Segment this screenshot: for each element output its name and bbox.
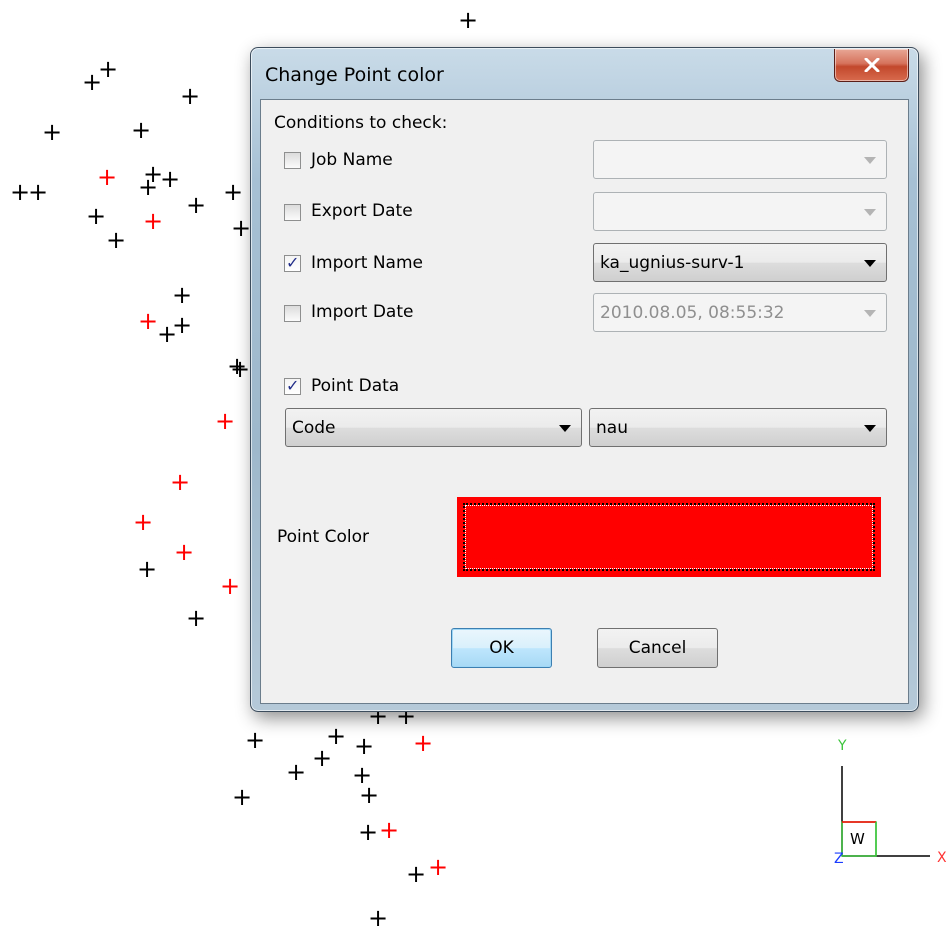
point-marker: + (353, 732, 375, 760)
point-marker: + (219, 572, 241, 600)
point-marker: + (97, 55, 119, 83)
import-date-value: 2010.08.05, 08:55:32 (600, 303, 785, 323)
point-marker: + (231, 783, 253, 811)
point-marker: + (311, 744, 333, 772)
checkmark-icon: ✓ (286, 253, 300, 272)
point-data-field-select[interactable]: Code (285, 408, 582, 447)
import-name-checkbox[interactable]: ✓ (284, 253, 301, 272)
point-data-match-select[interactable]: nau (589, 408, 887, 447)
point-marker: + (137, 173, 159, 201)
point-marker: + (185, 191, 207, 219)
ok-button-label: OK (489, 638, 514, 658)
point-marker: + (169, 468, 191, 496)
point-marker: + (27, 178, 49, 206)
point-marker: + (96, 163, 118, 191)
point-marker: + (130, 116, 152, 144)
import-name-select[interactable]: ka_ugnius-surv-1 (593, 243, 887, 282)
point-marker: + (136, 555, 158, 583)
axis-indicator: Y W Z X (834, 738, 947, 867)
close-icon (864, 58, 879, 72)
point-data-checkbox[interactable]: ✓ (284, 376, 301, 395)
job-name-select[interactable] (593, 140, 887, 179)
axis-z-label: Z (834, 851, 844, 867)
import-date-select[interactable]: 2010.08.05, 08:55:32 (593, 293, 887, 332)
point-marker: + (367, 904, 389, 932)
chevron-down-icon (559, 425, 571, 432)
point-marker: + (457, 6, 479, 34)
axis-w-label: W (850, 830, 865, 848)
import-date-checkbox[interactable] (284, 305, 301, 322)
title-bar[interactable]: Change Point color (251, 48, 918, 98)
point-color-label: Point Color (277, 527, 369, 547)
point-marker: + (214, 407, 236, 435)
chevron-down-icon (864, 157, 876, 164)
job-name-checkbox[interactable] (284, 152, 301, 169)
point-marker: + (405, 860, 427, 888)
point-marker: + (156, 320, 178, 348)
point-marker: + (105, 226, 127, 254)
job-name-label[interactable]: Job Name (311, 150, 393, 170)
chevron-down-icon (864, 209, 876, 216)
export-date-select[interactable] (593, 192, 887, 231)
point-marker: + (378, 816, 400, 844)
checkmark-icon: ✓ (286, 376, 300, 395)
cancel-button[interactable]: Cancel (597, 628, 718, 668)
point-marker: + (229, 355, 251, 383)
point-marker: + (285, 758, 307, 786)
point-marker: + (142, 207, 164, 235)
point-marker: + (358, 781, 380, 809)
point-marker: + (41, 118, 63, 146)
export-date-checkbox[interactable] (284, 204, 301, 221)
chevron-down-icon (864, 425, 876, 432)
point-data-match-value: nau (596, 418, 628, 438)
point-data-field-value: Code (292, 418, 336, 438)
cancel-button-label: Cancel (628, 638, 687, 658)
conditions-heading: Conditions to check: (274, 113, 448, 133)
import-date-label[interactable]: Import Date (311, 302, 413, 322)
chevron-down-icon (864, 260, 876, 267)
window-title: Change Point color (265, 64, 444, 86)
import-name-value: ka_ugnius-surv-1 (600, 253, 745, 273)
point-marker: + (412, 729, 434, 757)
point-marker: + (427, 853, 449, 881)
point-marker: + (244, 726, 266, 754)
chevron-down-icon (864, 310, 876, 317)
focus-rectangle (463, 503, 875, 571)
import-name-label[interactable]: Import Name (311, 253, 423, 273)
axis-y-label: Y (837, 738, 847, 754)
point-marker: + (185, 604, 207, 632)
point-marker: + (132, 508, 154, 536)
point-marker: + (171, 281, 193, 309)
axis-x-label: X (937, 850, 947, 866)
point-data-label[interactable]: Point Data (311, 376, 399, 396)
ok-button[interactable]: OK (451, 628, 552, 668)
point-color-swatch[interactable] (457, 497, 881, 577)
point-marker: + (159, 165, 181, 193)
dialog-body (260, 99, 909, 704)
point-marker: + (222, 178, 244, 206)
point-marker: + (85, 202, 107, 230)
export-date-label[interactable]: Export Date (311, 201, 413, 221)
point-marker: + (173, 538, 195, 566)
close-button[interactable] (834, 49, 909, 82)
point-marker: + (179, 82, 201, 110)
